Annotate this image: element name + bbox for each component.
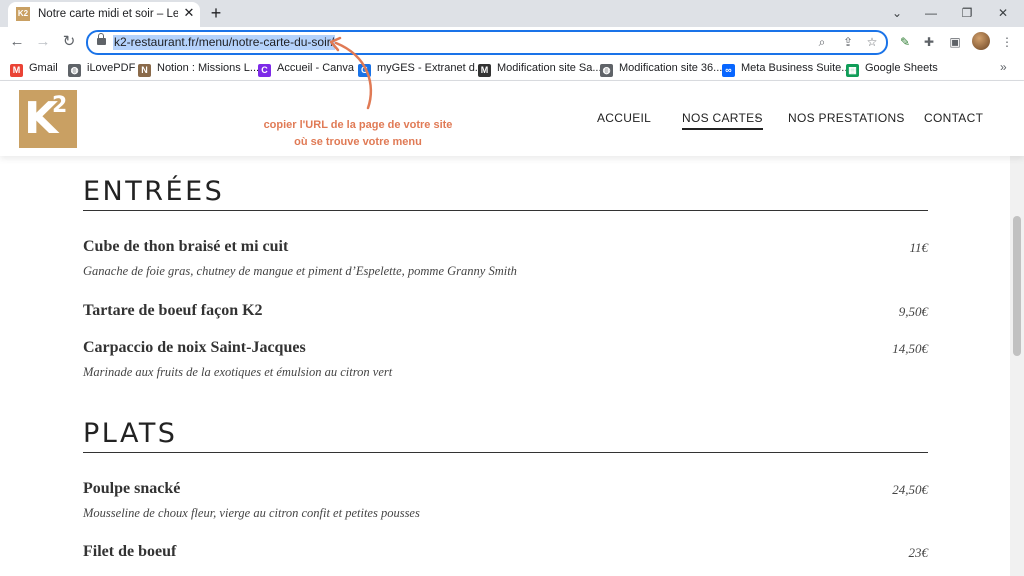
tab-search-icon[interactable]: ⌄ (888, 4, 906, 22)
address-bar[interactable]: k2-restaurant.fr/menu/notre-carte-du-soi… (86, 30, 888, 55)
dish-description: Marinade aux fruits de la exotiques et é… (83, 365, 393, 379)
dish-price: 9,50€ (898, 304, 928, 319)
dish-name: Tartare de boeuf façon K2 (83, 302, 263, 319)
close-tab-icon[interactable]: ✕ (181, 5, 197, 21)
tab-title: Notre carte midi et soir – Le K2 (38, 8, 178, 20)
dish-name: Cube de thon braisé et mi cuit (83, 238, 289, 255)
side-panel-icon[interactable]: ▣ (946, 33, 964, 51)
section-divider (83, 452, 928, 453)
bookmark-label: Meta Business Suite... (741, 62, 851, 74)
site-icon: M (478, 64, 491, 77)
dish-name: Poulpe snacké (83, 480, 181, 497)
globe-icon: ◍ (68, 64, 81, 77)
browser-tab[interactable]: K2 Notre carte midi et soir – Le K2 ✕ (8, 2, 200, 27)
bookmark-label: Google Sheets (865, 62, 938, 74)
close-window-button[interactable]: ✕ (994, 4, 1012, 22)
extensions-puzzle-icon[interactable]: ✚ (920, 33, 938, 51)
share-icon[interactable]: ⇪ (840, 34, 856, 50)
k2-logo[interactable]: K2 (19, 90, 77, 148)
zoom-search-icon[interactable]: ⌕ (814, 34, 830, 50)
nav-nos-prestations[interactable]: NOS PRESTATIONS (788, 111, 905, 125)
bookmark-item[interactable]: M Modification site Sa... (478, 60, 602, 77)
chevron-down-icon[interactable]: ⌄ (753, 111, 761, 122)
dish-price: 24,50€ (892, 482, 928, 497)
globe-icon: ◍ (600, 64, 613, 77)
url-text[interactable]: k2-restaurant.fr/menu/notre-carte-du-soi… (113, 35, 336, 50)
nav-nos-cartes[interactable]: NOS CARTES (682, 111, 763, 130)
bookmark-item[interactable]: GmyGES - Extranet d... (358, 60, 484, 77)
nav-contact[interactable]: CONTACT (924, 111, 983, 125)
bookmark-item[interactable]: ∞ Meta Business Suite... (722, 60, 851, 77)
bookmark-label: myGES - Extranet d... (377, 62, 484, 74)
dish-price: 14,50€ (892, 341, 928, 356)
dish-description: Ganache de foie gras, chutney de mangue … (83, 264, 517, 278)
section-divider (83, 210, 928, 211)
bookmarks-bar: M Gmail ◍ iLovePDF N Notion : Missions L... C A… (0, 56, 1024, 81)
bookmark-item[interactable]: ▦ Google Sheets (846, 60, 938, 77)
canva-icon: C (258, 64, 271, 77)
bookmark-label: Modification site 36... (619, 62, 723, 74)
bookmark-label: Gmail (29, 62, 58, 74)
bookmark-star-icon[interactable]: ☆ (864, 34, 880, 50)
tab-strip: K2 Notre carte midi et soir – Le K2 ✕ + … (0, 0, 1024, 27)
gmail-icon: M (10, 64, 23, 77)
page-scrollbar[interactable] (1010, 156, 1024, 576)
new-tab-button[interactable]: + (206, 3, 226, 23)
nav-accueil[interactable]: ACCUEIL (597, 111, 651, 125)
bookmark-item[interactable]: M Gmail (10, 60, 58, 77)
lock-icon[interactable] (97, 33, 106, 46)
minimize-button[interactable]: — (922, 4, 940, 22)
bookmark-label: Modification site Sa... (497, 62, 602, 74)
meta-icon: ∞ (722, 64, 735, 77)
chrome-menu-icon[interactable]: ⋮ (998, 33, 1016, 51)
scrollbar-thumb[interactable] (1013, 216, 1021, 356)
restore-button[interactable]: ❐ (958, 4, 976, 22)
dish-price: 23€ (908, 545, 929, 560)
site-header: K2 copier l'URL de la page de votre site… (0, 81, 1024, 156)
sheets-icon: ▦ (846, 64, 859, 77)
bookmark-label: iLovePDF (87, 62, 136, 74)
notion-icon: N (138, 64, 151, 77)
forward-arrow-icon[interactable]: → (34, 33, 52, 51)
section-title-entrees: ENTRÉES (83, 176, 225, 207)
reload-icon[interactable]: ↻ (60, 33, 78, 51)
bookmark-item[interactable]: ◍ iLovePDF (68, 60, 136, 77)
back-arrow-icon[interactable]: ← (8, 33, 26, 51)
dish-description: Mousseline de choux fleur, vierge au cit… (83, 506, 420, 520)
bookmark-item[interactable]: C Accueil - Canva (258, 60, 355, 77)
dish-name: Carpaccio de noix Saint-Jacques (83, 339, 306, 356)
dish-name: Filet de boeuf (83, 543, 177, 560)
annotation-callout: copier l'URL de la page de votre site où… (263, 119, 453, 148)
dish-price: 11€ (909, 240, 928, 255)
browser-toolbar: ← → ↻ k2-restaurant.fr/menu/notre-carte-… (0, 27, 1024, 56)
bookmark-label: Accueil - Canva (277, 62, 355, 74)
section-title-plats: PLATS (83, 418, 178, 449)
k2-favicon-icon: K2 (16, 7, 30, 21)
bookmark-item[interactable]: N Notion : Missions L... (138, 60, 260, 77)
bookmark-label: Notion : Missions L... (157, 62, 260, 74)
profile-avatar[interactable] (972, 32, 990, 50)
more-bookmarks-icon[interactable]: » (1000, 60, 1007, 74)
extension-feather-icon[interactable]: ✎ (896, 33, 914, 51)
myges-icon: G (358, 64, 371, 77)
bookmark-item[interactable]: ◍ Modification site 36... (600, 60, 723, 77)
